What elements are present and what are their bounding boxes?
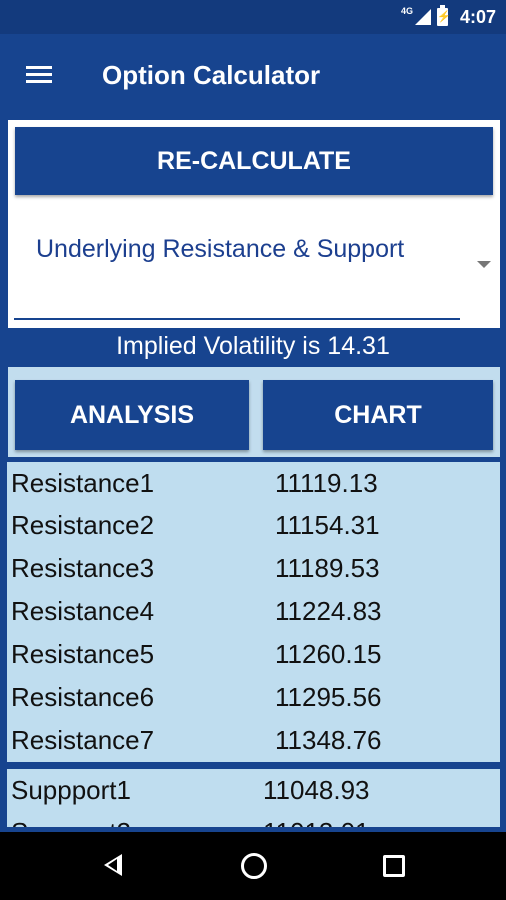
analysis-type-dropdown[interactable]: Underlying Resistance & Support [14, 210, 494, 322]
row-label: Suppport2 [11, 817, 131, 827]
dropdown-arrow-icon [477, 261, 491, 268]
app-title: Option Calculator [102, 60, 321, 90]
row-value: 11189.53 [275, 553, 380, 583]
list-item: Resistance6 11295.56 [7, 676, 500, 718]
row-label: Resistance3 [11, 553, 155, 583]
list-item: Resistance2 11154.31 [7, 504, 500, 546]
row-label: Resistance1 [11, 468, 155, 498]
battery-charging-icon [436, 5, 448, 26]
controls-card: RE-CALCULATE Underlying Resistance & Sup… [8, 120, 500, 328]
list-item: Resistance5 11260.15 [7, 633, 500, 675]
signal-icon [414, 9, 431, 25]
row-value: 11224.83 [275, 596, 382, 626]
list-item: Resistance1 11119.13 [7, 462, 500, 504]
row-value: 11119.13 [275, 468, 378, 498]
analysis-button[interactable]: ANALYSIS [15, 380, 249, 450]
status-icons: 4G 4:07 [400, 5, 496, 28]
row-label: Resistance7 [11, 725, 155, 755]
support-list[interactable]: Suppport1 11048.93 Suppport2 11013.01 [7, 769, 500, 827]
tab-bar: ANALYSIS CHART [8, 367, 500, 457]
navigation-bar [0, 832, 506, 900]
network-type: 4G [400, 6, 413, 16]
home-icon[interactable] [241, 853, 267, 879]
recalculate-button[interactable]: RE-CALCULATE [15, 127, 493, 195]
row-label: Suppport1 [11, 775, 131, 805]
list-item: Resistance7 11348.76 [7, 719, 500, 761]
back-icon[interactable] [104, 854, 122, 876]
dropdown-underline [14, 318, 460, 320]
implied-volatility-text: Implied Volatility is 14.31 [116, 332, 390, 360]
dropdown-selected-value: Underlying Resistance & Support [36, 235, 405, 263]
row-label: Resistance6 [11, 682, 155, 712]
row-value: 11048.93 [263, 775, 370, 805]
row-value: 11295.56 [275, 682, 382, 712]
hamburger-menu-icon[interactable] [20, 62, 58, 88]
status-bar: 4G 4:07 [0, 0, 506, 34]
list-item: Suppport1 11048.93 [7, 769, 500, 811]
resistance-list[interactable]: Resistance1 11119.13 Resistance2 11154.3… [7, 462, 500, 762]
screen: 4G 4:07 Option Calculator RE-CALCULATE U… [0, 0, 506, 900]
row-value: 11013.01 [263, 817, 370, 827]
list-item: Suppport2 11013.01 [7, 811, 500, 827]
chart-button[interactable]: CHART [263, 380, 493, 450]
recent-apps-icon[interactable] [383, 855, 405, 877]
list-item: Resistance3 11189.53 [7, 547, 500, 589]
row-label: Resistance2 [11, 510, 155, 540]
row-value: 11348.76 [275, 725, 382, 755]
row-label: Resistance5 [11, 639, 155, 669]
list-item: Resistance4 11224.83 [7, 590, 500, 632]
row-label: Resistance4 [11, 596, 155, 626]
app-bar: Option Calculator [0, 34, 506, 116]
row-value: 11154.31 [275, 510, 380, 540]
status-time: 4:07 [459, 6, 496, 27]
row-value: 11260.15 [275, 639, 382, 669]
